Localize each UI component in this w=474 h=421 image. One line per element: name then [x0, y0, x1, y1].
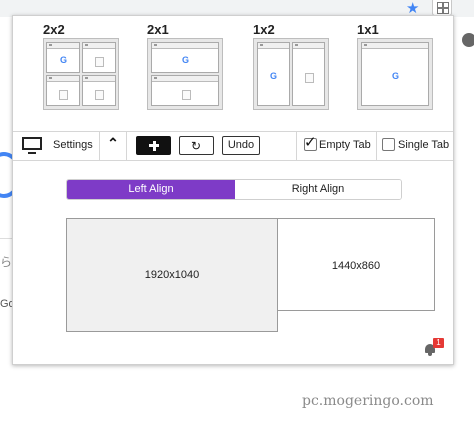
divider	[376, 132, 377, 160]
refresh-button[interactable]: ↻	[179, 136, 214, 155]
layout-preview[interactable]: G	[147, 38, 223, 110]
mini-window: G	[361, 42, 429, 106]
blank-doc-icon	[182, 90, 191, 100]
blank-doc-icon	[95, 57, 104, 67]
layout-label: 1x1	[357, 22, 379, 37]
undo-button[interactable]: Undo	[222, 136, 260, 155]
divider	[126, 132, 127, 160]
monitor-icon[interactable]	[22, 137, 42, 154]
align-toggle: Left Align Right Align	[66, 179, 402, 200]
empty-tab-checkbox[interactable]: ✓	[304, 134, 317, 151]
mini-window	[82, 42, 116, 73]
google-g-icon: G	[392, 71, 400, 81]
empty-tab-label: Empty Tab	[319, 139, 371, 151]
mini-window: G	[151, 42, 219, 73]
mini-window	[46, 75, 80, 106]
page-text-fragment: ら	[0, 255, 13, 269]
right-align-button[interactable]: Right Align	[235, 180, 401, 199]
grid-cell	[443, 8, 449, 14]
divider	[99, 132, 100, 160]
single-tab-label: Single Tab	[398, 139, 450, 151]
extension-grid-icon[interactable]	[432, 0, 452, 16]
layout-label: 1x2	[253, 22, 275, 37]
mini-window	[82, 75, 116, 106]
notification-badge: 1	[433, 338, 444, 348]
divider	[0, 238, 12, 239]
layout-preview[interactable]: G	[43, 38, 119, 110]
blank-doc-icon	[59, 90, 68, 100]
chevron-up-icon[interactable]: ⌃	[106, 135, 120, 152]
layout-1x2[interactable]: 1x2 G	[236, 23, 329, 110]
blank-doc-icon	[95, 90, 104, 100]
divider	[296, 132, 297, 160]
layout-2x1[interactable]: 2x1 G	[130, 23, 223, 110]
left-align-button[interactable]: Left Align	[67, 180, 235, 199]
monitor-resolution: 1920x1040	[144, 269, 200, 281]
layout-1x1[interactable]: 1x1 G	[340, 23, 433, 110]
popup-toolbar: Settings ⌃ ↻ Undo ✓ Empty Tab Single Tab	[13, 131, 453, 161]
mini-window	[151, 75, 219, 106]
refresh-icon: ↻	[191, 139, 202, 153]
checkmark-icon: ✓	[304, 134, 317, 151]
avatar[interactable]	[462, 33, 474, 47]
blank-doc-icon	[305, 73, 314, 83]
google-g-icon: G	[182, 55, 190, 65]
layout-preview[interactable]: G	[253, 38, 329, 110]
mini-window: G	[257, 42, 290, 106]
layout-label: 2x1	[147, 22, 169, 37]
add-button[interactable]	[136, 136, 171, 155]
single-tab-checkbox[interactable]	[382, 138, 395, 151]
layout-label: 2x2	[43, 22, 65, 37]
layout-preview[interactable]: G	[357, 38, 433, 110]
extension-popup: 2x2 G 2x1 G 1x2 G 1x1 G Settings ⌃ ↻ Und…	[12, 15, 454, 365]
monitor-secondary[interactable]: 1440x860	[277, 218, 435, 311]
google-g-icon: G	[60, 55, 68, 65]
settings-label[interactable]: Settings	[53, 139, 93, 151]
monitor-primary[interactable]: 1920x1040	[66, 218, 278, 332]
mini-window	[292, 42, 325, 106]
mini-window: G	[46, 42, 80, 73]
monitor-resolution: 1440x860	[331, 260, 381, 272]
layout-2x2[interactable]: 2x2 G	[26, 23, 119, 110]
watermark: pc.mogeringo.com	[302, 393, 434, 409]
google-g-icon: G	[270, 71, 278, 81]
